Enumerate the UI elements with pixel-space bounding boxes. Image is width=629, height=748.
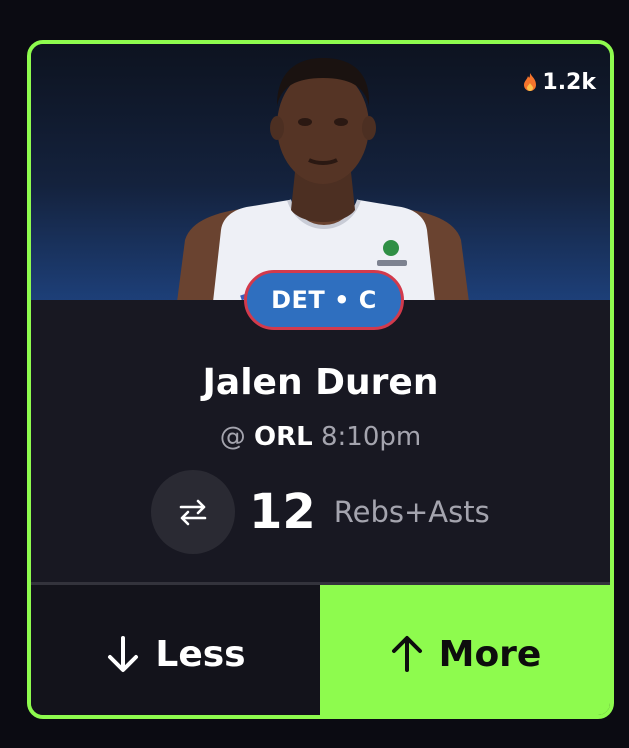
player-name: Jalen Duren xyxy=(202,362,439,403)
arrow-up-icon xyxy=(391,636,422,672)
swap-arrows-icon xyxy=(179,499,207,526)
stat-line-value: 12 xyxy=(249,484,316,540)
flame-icon xyxy=(524,72,537,91)
arrow-down-icon xyxy=(108,636,139,672)
hype-count: 1.2k xyxy=(542,70,596,95)
matchup-prefix: @ xyxy=(219,422,246,452)
less-button[interactable]: Less xyxy=(31,585,320,715)
opponent-team: ORL xyxy=(254,422,313,452)
team-position-label: DET • C xyxy=(271,286,377,314)
less-button-label: Less xyxy=(155,633,246,675)
player-prop-card[interactable]: 1.2k DET • C Jalen Duren @ ORL 8:10pm 12… xyxy=(27,40,614,719)
swap-stat-button[interactable] xyxy=(151,470,235,554)
player-headshot xyxy=(177,58,469,300)
pick-buttons: Less More xyxy=(31,585,610,715)
stat-category-label: Rebs+Asts xyxy=(333,495,490,529)
more-button[interactable]: More xyxy=(320,585,610,715)
stat-line: 12 Rebs+Asts xyxy=(151,470,490,554)
team-position-badge: DET • C xyxy=(244,270,404,330)
more-button-label: More xyxy=(438,633,542,675)
player-hero: 1.2k xyxy=(31,44,610,300)
game-matchup: @ ORL 8:10pm xyxy=(31,422,610,452)
hype-counter: 1.2k xyxy=(522,70,596,95)
game-time: 8:10pm xyxy=(321,422,422,452)
